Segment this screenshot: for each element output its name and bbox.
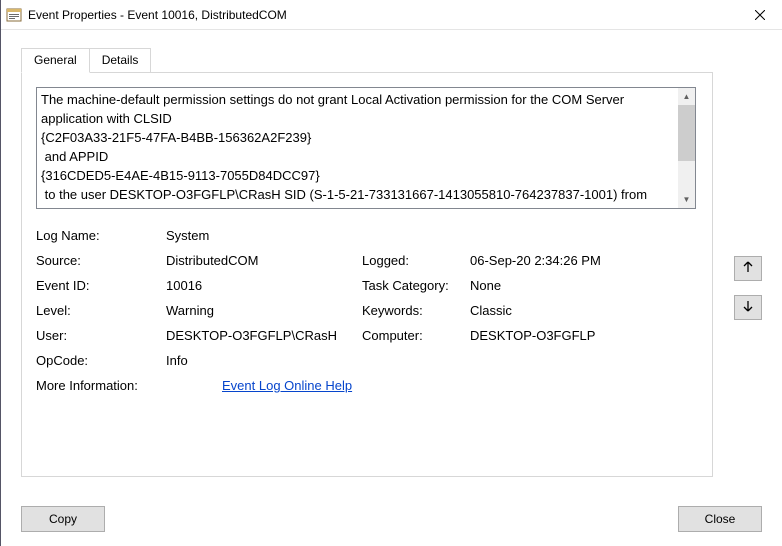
label-level: Level: (36, 298, 166, 323)
close-button[interactable]: Close (678, 506, 762, 532)
label-event-id: Event ID: (36, 273, 166, 298)
scroll-track[interactable] (678, 105, 695, 191)
event-nav-buttons (734, 256, 762, 320)
scrollbar[interactable]: ▲ ▼ (678, 88, 695, 208)
label-log-name: Log Name: (36, 223, 166, 248)
value-level: Warning (166, 298, 214, 323)
label-task-category: Task Category: (362, 273, 470, 298)
content-area: General Details The machine-default perm… (1, 30, 782, 491)
event-fields: Log Name: System Source: DistributedCOM … (36, 223, 698, 398)
value-opcode: Info (166, 348, 188, 373)
titlebar: Event Properties - Event 10016, Distribu… (1, 0, 782, 30)
label-keywords: Keywords: (362, 298, 470, 323)
window-close-button[interactable] (737, 0, 782, 30)
scroll-up-icon[interactable]: ▲ (678, 88, 695, 105)
window-title: Event Properties - Event 10016, Distribu… (28, 8, 737, 22)
previous-event-button[interactable] (734, 256, 762, 281)
value-event-id: 10016 (166, 273, 202, 298)
value-computer: DESKTOP-O3FGFLP (470, 323, 595, 348)
label-computer: Computer: (362, 323, 470, 348)
label-source: Source: (36, 248, 166, 273)
tab-panel-general: The machine-default permission settings … (21, 72, 713, 477)
value-log-name: System (166, 223, 209, 248)
value-logged: 06-Sep-20 2:34:26 PM (470, 248, 601, 273)
event-description-text[interactable]: The machine-default permission settings … (37, 88, 678, 208)
tabs: General Details (21, 48, 713, 72)
copy-button[interactable]: Copy (21, 506, 105, 532)
value-source: DistributedCOM (166, 248, 258, 273)
arrow-down-icon (742, 300, 754, 315)
value-user: DESKTOP-O3FGFLP\CRasH (166, 323, 337, 348)
scroll-thumb[interactable] (678, 105, 695, 161)
scroll-down-icon[interactable]: ▼ (678, 191, 695, 208)
dialog-buttons: Copy Close (21, 506, 762, 532)
arrow-up-icon (742, 261, 754, 276)
label-more-information: More Information: (36, 373, 222, 398)
app-icon (6, 7, 22, 23)
next-event-button[interactable] (734, 295, 762, 320)
event-description-box: The machine-default permission settings … (36, 87, 696, 209)
event-log-online-help-link[interactable]: Event Log Online Help (222, 373, 352, 398)
tab-general[interactable]: General (21, 48, 90, 73)
value-task-category: None (470, 273, 501, 298)
tab-details[interactable]: Details (90, 48, 152, 72)
label-logged: Logged: (362, 248, 470, 273)
label-user: User: (36, 323, 166, 348)
value-keywords: Classic (470, 298, 512, 323)
label-opcode: OpCode: (36, 348, 166, 373)
